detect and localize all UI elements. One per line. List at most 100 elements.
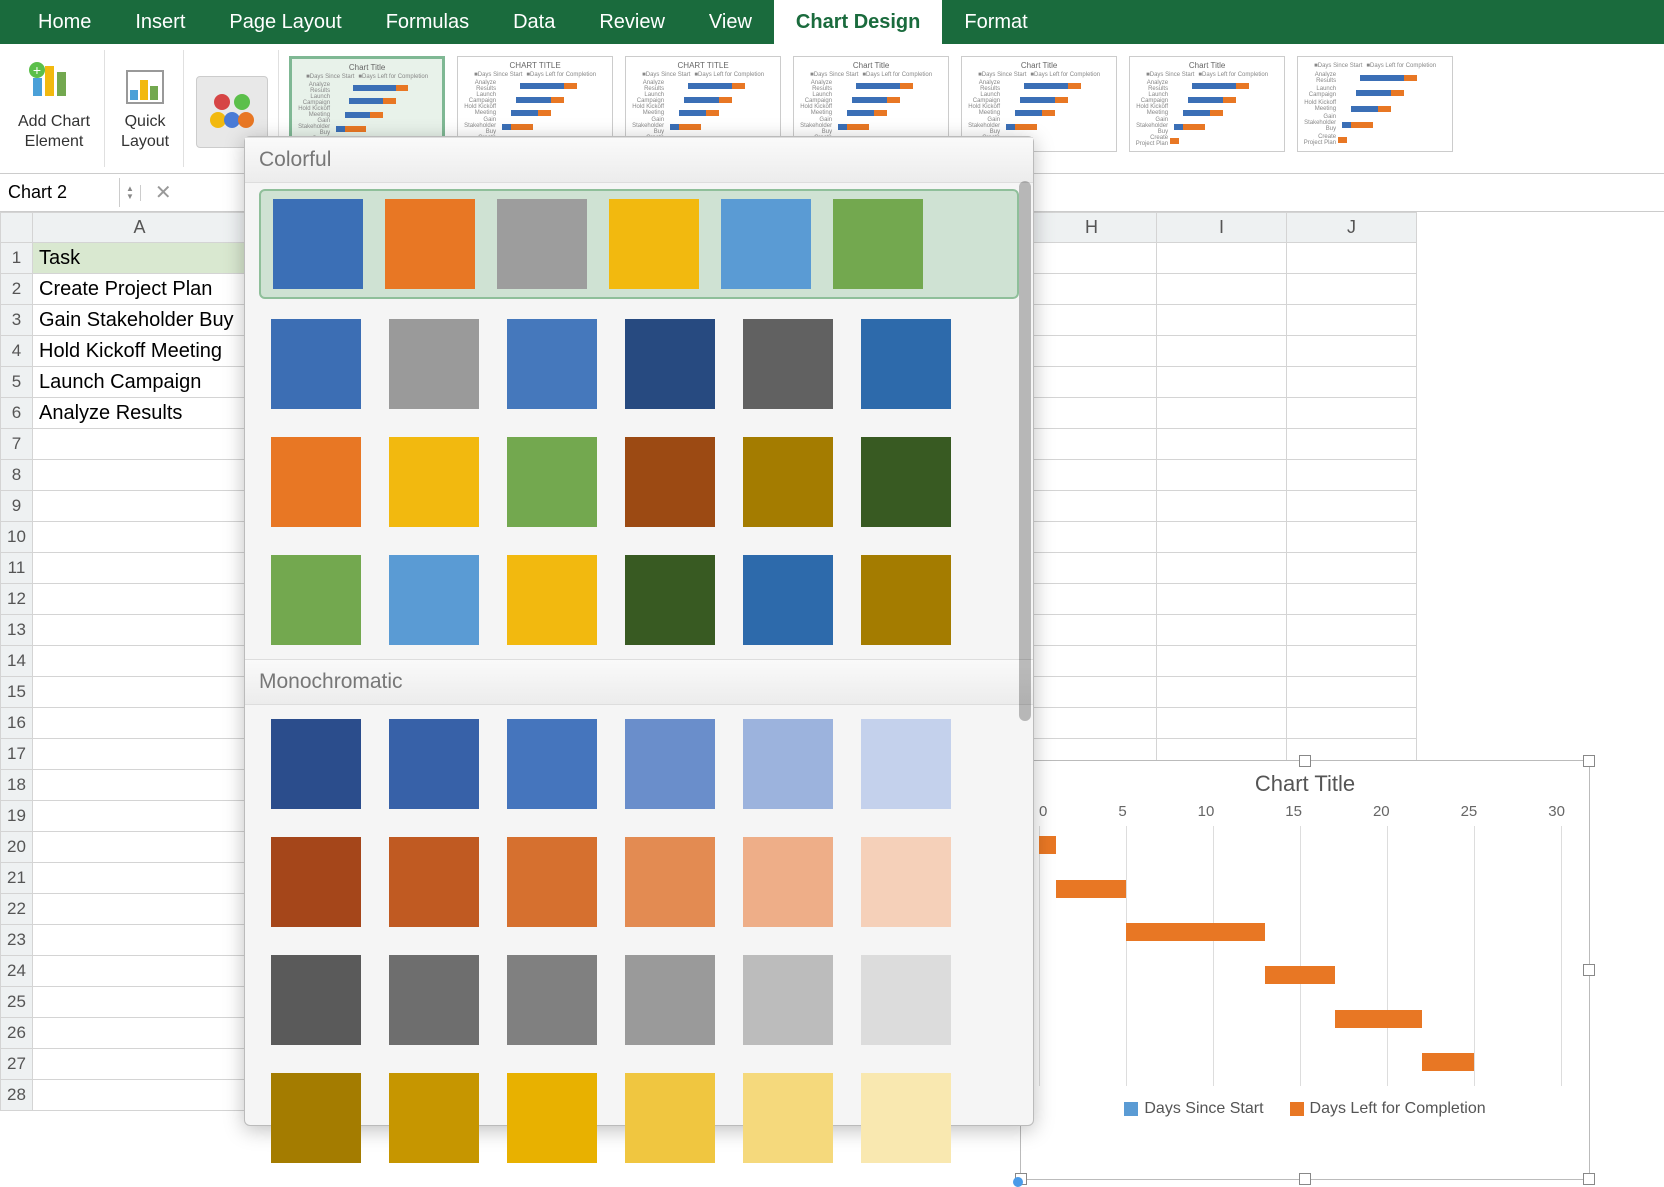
- cell-A18[interactable]: [33, 770, 247, 801]
- color-swatch[interactable]: [743, 437, 833, 527]
- palette-row[interactable]: [271, 719, 1007, 809]
- cell-A21[interactable]: [33, 863, 247, 894]
- cell-H6[interactable]: [1027, 398, 1157, 429]
- color-swatch[interactable]: [861, 1073, 951, 1163]
- cell-A27[interactable]: [33, 1049, 247, 1080]
- color-swatch[interactable]: [507, 555, 597, 645]
- chart-bar[interactable]: [1265, 966, 1335, 984]
- cell-J11[interactable]: [1287, 553, 1417, 584]
- color-swatch[interactable]: [389, 1073, 479, 1163]
- color-swatch[interactable]: [271, 1073, 361, 1163]
- cell-A1[interactable]: Task: [33, 243, 247, 274]
- color-swatch[interactable]: [507, 1073, 597, 1163]
- color-swatch[interactable]: [625, 555, 715, 645]
- cell-A4[interactable]: Hold Kickoff Meeting: [33, 336, 247, 367]
- color-swatch[interactable]: [497, 199, 587, 289]
- cell-I1[interactable]: [1157, 243, 1287, 274]
- cell-H9[interactable]: [1027, 491, 1157, 522]
- cell-I3[interactable]: [1157, 305, 1287, 336]
- palette-row[interactable]: [271, 555, 1007, 645]
- color-swatch[interactable]: [271, 955, 361, 1045]
- ribbon-tab-insert[interactable]: Insert: [113, 0, 207, 44]
- color-swatch[interactable]: [389, 319, 479, 409]
- color-swatch[interactable]: [271, 319, 361, 409]
- cell-A26[interactable]: [33, 1018, 247, 1049]
- cell-H15[interactable]: [1027, 677, 1157, 708]
- cell-A19[interactable]: [33, 801, 247, 832]
- cell-J14[interactable]: [1287, 646, 1417, 677]
- color-swatch[interactable]: [609, 199, 699, 289]
- add-chart-element-button[interactable]: + Add Chart Element: [14, 62, 94, 154]
- cell-H11[interactable]: [1027, 553, 1157, 584]
- ribbon-tab-formulas[interactable]: Formulas: [364, 0, 491, 44]
- palette-scrollbar[interactable]: [1019, 181, 1031, 721]
- color-swatch[interactable]: [743, 955, 833, 1045]
- chart-bar[interactable]: [1039, 836, 1056, 854]
- cell-A5[interactable]: Launch Campaign: [33, 367, 247, 398]
- palette-row[interactable]: [271, 319, 1007, 409]
- ribbon-tab-home[interactable]: Home: [16, 0, 113, 44]
- cell-J1[interactable]: [1287, 243, 1417, 274]
- legend-item[interactable]: Days Left for Completion: [1290, 1100, 1486, 1118]
- cell-I6[interactable]: [1157, 398, 1287, 429]
- color-swatch[interactable]: [743, 719, 833, 809]
- cell-I4[interactable]: [1157, 336, 1287, 367]
- color-swatch[interactable]: [625, 319, 715, 409]
- cell-H10[interactable]: [1027, 522, 1157, 553]
- color-swatch[interactable]: [861, 837, 951, 927]
- ribbon-tab-data[interactable]: Data: [491, 0, 577, 44]
- cell-H3[interactable]: [1027, 305, 1157, 336]
- palette-row[interactable]: [271, 1073, 1007, 1163]
- ribbon-tab-review[interactable]: Review: [577, 0, 687, 44]
- color-swatch[interactable]: [861, 555, 951, 645]
- color-swatch[interactable]: [861, 719, 951, 809]
- palette-row[interactable]: [271, 955, 1007, 1045]
- palette-row[interactable]: [271, 837, 1007, 927]
- cell-J10[interactable]: [1287, 522, 1417, 553]
- cell-A9[interactable]: [33, 491, 247, 522]
- color-swatch[interactable]: [507, 319, 597, 409]
- name-box-stepper[interactable]: ▲▼: [120, 185, 141, 201]
- color-swatch[interactable]: [743, 555, 833, 645]
- cell-A16[interactable]: [33, 708, 247, 739]
- cell-I13[interactable]: [1157, 615, 1287, 646]
- cell-A3[interactable]: Gain Stakeholder Buy: [33, 305, 247, 336]
- color-swatch[interactable]: [861, 955, 951, 1045]
- ribbon-tab-chart-design[interactable]: Chart Design: [774, 0, 942, 44]
- cell-I16[interactable]: [1157, 708, 1287, 739]
- cell-J15[interactable]: [1287, 677, 1417, 708]
- color-swatch[interactable]: [273, 199, 363, 289]
- color-swatch[interactable]: [389, 719, 479, 809]
- color-swatch[interactable]: [743, 837, 833, 927]
- color-swatch[interactable]: [625, 837, 715, 927]
- chart-style-preset-6[interactable]: Chart Title■Days Since Start■Days Left f…: [1129, 56, 1285, 152]
- cell-J6[interactable]: [1287, 398, 1417, 429]
- chart-bar[interactable]: [1335, 1010, 1422, 1028]
- cell-I8[interactable]: [1157, 460, 1287, 491]
- color-swatch[interactable]: [389, 437, 479, 527]
- color-swatch[interactable]: [861, 319, 951, 409]
- chart-bar[interactable]: [1422, 1053, 1474, 1071]
- cell-A25[interactable]: [33, 987, 247, 1018]
- chart-plot-area[interactable]: [1039, 826, 1561, 1086]
- cell-A15[interactable]: [33, 677, 247, 708]
- cell-A14[interactable]: [33, 646, 247, 677]
- color-swatch[interactable]: [743, 319, 833, 409]
- color-swatch[interactable]: [743, 1073, 833, 1163]
- color-swatch[interactable]: [271, 837, 361, 927]
- cell-H5[interactable]: [1027, 367, 1157, 398]
- cell-A6[interactable]: Analyze Results: [33, 398, 247, 429]
- cell-H12[interactable]: [1027, 584, 1157, 615]
- name-box[interactable]: Chart 2: [0, 178, 120, 207]
- cell-A17[interactable]: [33, 739, 247, 770]
- cell-A2[interactable]: Create Project Plan: [33, 274, 247, 305]
- cell-I10[interactable]: [1157, 522, 1287, 553]
- chart-bar[interactable]: [1126, 923, 1265, 941]
- chart-legend[interactable]: Days Since StartDays Left for Completion: [1021, 1094, 1589, 1118]
- cell-J3[interactable]: [1287, 305, 1417, 336]
- cell-A12[interactable]: [33, 584, 247, 615]
- cell-I9[interactable]: [1157, 491, 1287, 522]
- color-swatch[interactable]: [389, 837, 479, 927]
- palette-row[interactable]: [259, 189, 1019, 299]
- ribbon-tab-format[interactable]: Format: [942, 0, 1049, 44]
